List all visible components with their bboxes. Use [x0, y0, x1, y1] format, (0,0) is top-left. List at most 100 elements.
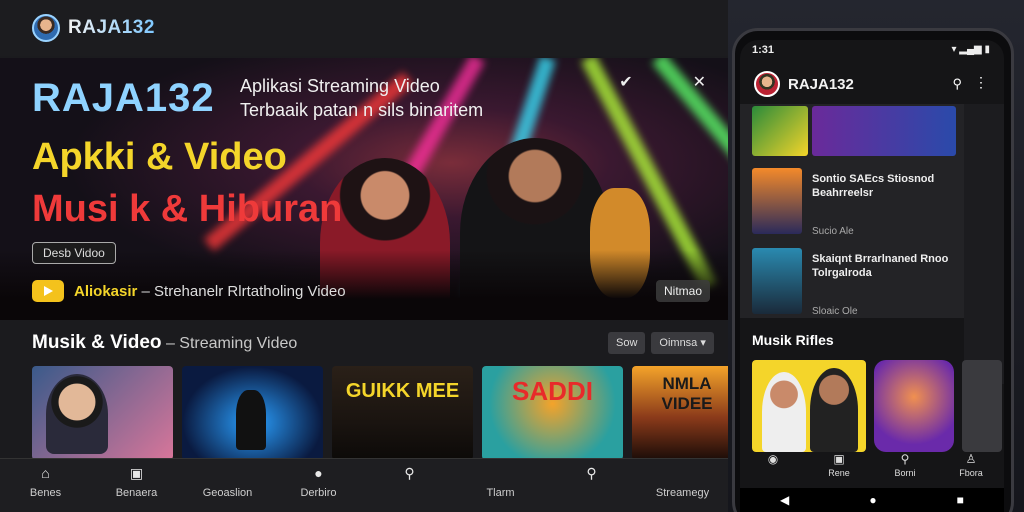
- search-icon: ⚲: [586, 465, 597, 481]
- chip-dropdown-label: Oimnsa: [659, 337, 698, 349]
- list-thumb: [752, 168, 802, 234]
- play-icon[interactable]: [32, 280, 64, 302]
- recents-icon[interactable]: ■: [957, 493, 964, 507]
- nav-label: Tlarm: [486, 487, 515, 499]
- list-thumb: [752, 248, 802, 314]
- thumbnail-title: SADDI: [512, 376, 593, 406]
- chevron-down-icon: ▾: [700, 337, 706, 349]
- phone-card[interactable]: [874, 360, 954, 452]
- nav-label: Derbiro: [300, 487, 337, 499]
- close-icon[interactable]: ✕: [693, 72, 706, 92]
- list-meta: Sucio Ale: [812, 226, 854, 237]
- phone-side-panel: [964, 104, 1004, 384]
- hero-pill-button[interactable]: Desb Vidoo: [32, 242, 116, 264]
- hero-banner[interactable]: RAJA132 Aplikasi Streaming Video Terbaai…: [0, 58, 728, 320]
- phone-nav-label: Borni: [894, 468, 916, 478]
- user-icon: ♙: [965, 452, 977, 466]
- section-heading: Musik & Video – Streaming Video: [32, 332, 297, 354]
- music-icon: ●: [314, 465, 323, 481]
- app-root: RAJA132 RAJA132 Aplikasi Streaming Video…: [0, 0, 1024, 512]
- hero-play-text: Aliokasir – Strehanelr Rlrtatholing Vide…: [74, 283, 346, 300]
- hero-badge-button[interactable]: Nitmao: [655, 280, 710, 302]
- check-icon[interactable]: ✔: [619, 72, 632, 92]
- phone-list-item[interactable]: Skaiqnt Brrarlnaned Rnoo Tolrgalroda Sloa…: [752, 248, 962, 317]
- person-portrait: [46, 374, 108, 454]
- nav-item[interactable]: ⚲: [364, 459, 455, 512]
- hero-subtitle-line2: Terbaaik patan n sils binaritem: [240, 100, 484, 120]
- nav-item[interactable]: Tlarm: [455, 459, 546, 512]
- phone-nav-label: Rene: [828, 468, 850, 478]
- video-icon: ▣: [833, 452, 845, 466]
- chip-sow[interactable]: Sow: [608, 332, 646, 354]
- phone-nav-item[interactable]: ♙ Fbora: [938, 452, 1004, 486]
- avatar-icon: ◉: [767, 452, 779, 466]
- chip-dropdown[interactable]: Oimnsa ▾: [651, 332, 714, 354]
- nav-item[interactable]: ● Derbiro: [273, 459, 364, 512]
- brand-avatar-icon[interactable]: [32, 14, 60, 42]
- nav-label: Streamegy: [655, 487, 710, 499]
- phone-brand[interactable]: RAJA132: [788, 76, 854, 93]
- section-chips: Sow Oimnsa ▾: [608, 332, 714, 354]
- more-icon[interactable]: ⋮: [974, 74, 988, 91]
- thumbnail-title: GUIKK MEE: [345, 380, 460, 402]
- thumbnail-card[interactable]: [32, 366, 173, 460]
- thumbnail-title: NMLA VIDEE: [661, 374, 713, 413]
- hero-play-row[interactable]: Aliokasir – Strehanelr Rlrtatholing Vide…: [32, 280, 346, 302]
- phone-card[interactable]: [962, 360, 1002, 452]
- nav-label: Benaera: [115, 487, 158, 499]
- hero-headline-2: Musi k & Hiburan: [32, 188, 343, 230]
- phone-screen: 1:31 ▾ ▂▄▆ ▮ RAJA132 ⚲ ⋮ Sontio SAEcs St…: [740, 40, 1004, 512]
- hero-subtitle-line1: Aplikasi Streaming Video: [240, 76, 440, 96]
- nav-label: Geoaslion: [202, 487, 253, 499]
- phone-featured-row: [752, 106, 956, 156]
- brand-name[interactable]: RAJA132: [68, 17, 155, 39]
- thumbnail-card[interactable]: SADDI: [482, 366, 623, 460]
- hero-icon-group: ✔ ✕: [619, 72, 706, 92]
- phone-header: RAJA132 ⚲ ⋮: [740, 64, 1004, 104]
- top-bar: RAJA132: [0, 0, 730, 56]
- home-button-icon[interactable]: ●: [869, 493, 876, 507]
- status-icons: ▾ ▂▄▆ ▮: [951, 44, 990, 55]
- thumbnail-card[interactable]: [182, 366, 323, 460]
- person-figure: [762, 372, 806, 452]
- featured-thumb[interactable]: [752, 106, 808, 156]
- nav-item[interactable]: Streamegy: [637, 459, 728, 512]
- play-caption: – Strehanelr Rlrtatholing Video: [137, 282, 346, 300]
- phone-bottom-nav: ◉ ▣ Rene ⚲ Borni ♙ Fbora: [740, 452, 1004, 486]
- list-meta: Sloaic Ole: [812, 306, 858, 317]
- person-figure: [810, 368, 858, 452]
- phone-nav-label: Fbora: [959, 468, 983, 478]
- nav-label: Benes: [29, 487, 62, 499]
- thumbnail-card[interactable]: NMLA VIDEE: [632, 366, 742, 460]
- search-icon: ⚲: [404, 465, 415, 481]
- phone-avatar-icon[interactable]: [754, 71, 780, 97]
- list-title: Skaiqnt Brrarlnaned Rnoo Tolrgalroda: [812, 253, 949, 279]
- video-icon: ▣: [129, 465, 144, 481]
- phone-card[interactable]: [752, 360, 866, 452]
- home-icon: ⌂: [41, 465, 50, 481]
- back-icon[interactable]: ◀: [780, 493, 789, 507]
- hero-subtitle: Aplikasi Streaming Video Terbaaik patan …: [240, 74, 560, 122]
- featured-thumb[interactable]: [812, 106, 956, 156]
- nav-item[interactable]: ⌂ Benes: [0, 459, 91, 512]
- phone-nav-item[interactable]: ▣ Rene: [806, 452, 872, 486]
- phone-card-row: [752, 360, 1002, 452]
- thumbnail-row: GUIKK MEE SADDI NMLA VIDEE: [32, 366, 742, 460]
- search-icon[interactable]: ⚲: [952, 76, 962, 92]
- phone-nav-item[interactable]: ◉: [740, 452, 806, 486]
- search-icon: ⚲: [900, 452, 910, 466]
- nav-item[interactable]: ⚲: [546, 459, 637, 512]
- section-title: Musik & Video: [32, 332, 162, 353]
- play-label: Aliokasir: [74, 282, 138, 300]
- phone-nav-item[interactable]: ⚲ Borni: [872, 452, 938, 486]
- nav-item[interactable]: Geoaslion: [182, 459, 273, 512]
- section-subtitle: – Streaming Video: [161, 335, 298, 352]
- thumbnail-card[interactable]: GUIKK MEE: [332, 366, 473, 460]
- hero-headline-1: Apkki & Video: [32, 136, 287, 178]
- system-nav-bar: ◀ ● ■: [740, 488, 1004, 512]
- hero-title: RAJA132: [32, 76, 215, 120]
- performer-silhouette: [236, 390, 266, 450]
- nav-item[interactable]: ▣ Benaera: [91, 459, 182, 512]
- status-time: 1:31: [752, 44, 775, 56]
- phone-list-item[interactable]: Sontio SAEcs Stiosnod Beahrreelsr Sucio A…: [752, 168, 962, 237]
